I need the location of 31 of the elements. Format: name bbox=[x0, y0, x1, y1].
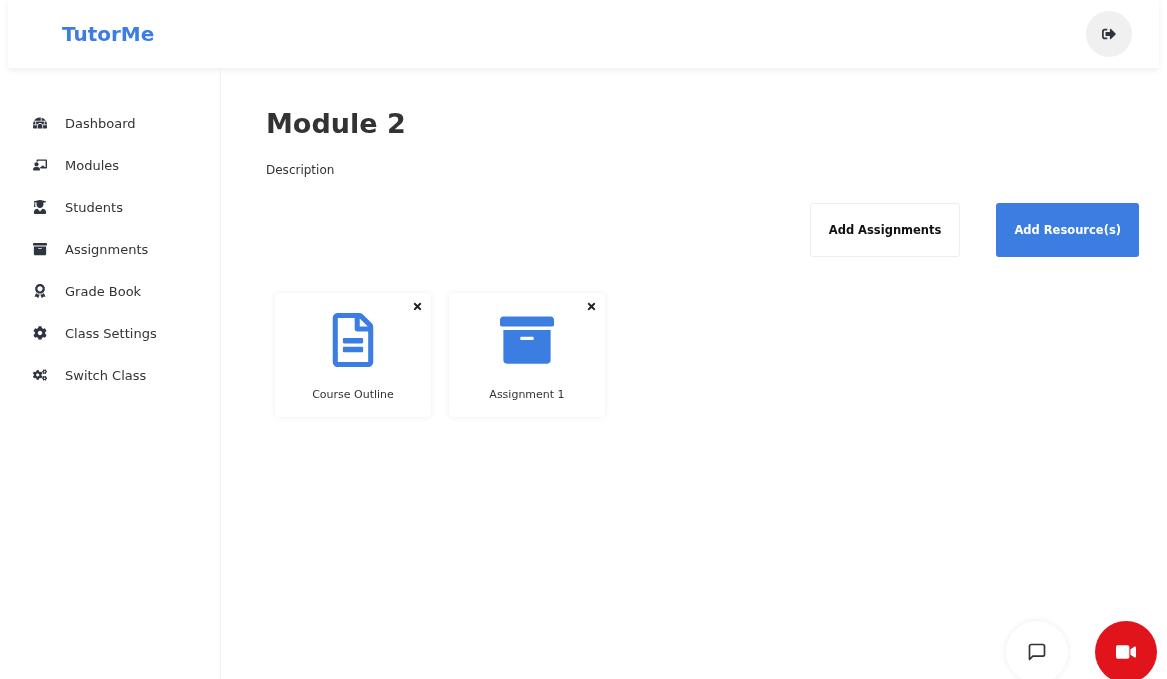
archive-icon bbox=[500, 313, 554, 367]
close-button[interactable] bbox=[586, 301, 597, 312]
description-text: Description bbox=[266, 163, 336, 177]
settings-icon bbox=[33, 326, 49, 340]
sidebar-item[interactable]: Assignments bbox=[0, 238, 220, 260]
add-assignments-button[interactable]: Add Assignments bbox=[809, 203, 961, 257]
card-label: Course Outline bbox=[312, 388, 394, 401]
resource-card[interactable]: Assignment 1 bbox=[449, 293, 605, 417]
brand-logo: TutorMe bbox=[62, 22, 155, 46]
video-camera-icon bbox=[1116, 642, 1136, 662]
resource-card[interactable]: Course Outline bbox=[275, 293, 431, 417]
chat-icon bbox=[1027, 642, 1047, 662]
logout-icon bbox=[1102, 27, 1116, 41]
gears-icon bbox=[33, 368, 49, 382]
sidebar-item[interactable]: Switch Class bbox=[0, 364, 220, 386]
sidebar-item[interactable]: Grade Book bbox=[0, 280, 220, 302]
add-resource-button[interactable]: Add Resource(s) bbox=[996, 203, 1139, 257]
sidebar-item[interactable]: Modules bbox=[0, 154, 220, 176]
teacher-icon bbox=[33, 158, 49, 172]
sidebar-item[interactable]: Students bbox=[0, 196, 220, 218]
igloo-icon bbox=[33, 116, 49, 130]
logout-button[interactable] bbox=[1086, 11, 1132, 57]
page-title: Module 2 bbox=[266, 108, 407, 139]
video-button[interactable] bbox=[1095, 621, 1157, 679]
chat-button[interactable] bbox=[1006, 621, 1068, 679]
archive-icon bbox=[33, 242, 49, 256]
close-button[interactable] bbox=[412, 301, 423, 312]
graduate-icon bbox=[33, 200, 49, 214]
sidebar-item[interactable]: Class Settings bbox=[0, 322, 220, 344]
card-label: Assignment 1 bbox=[489, 388, 565, 401]
sidebar-item[interactable]: Dashboard bbox=[0, 112, 220, 134]
